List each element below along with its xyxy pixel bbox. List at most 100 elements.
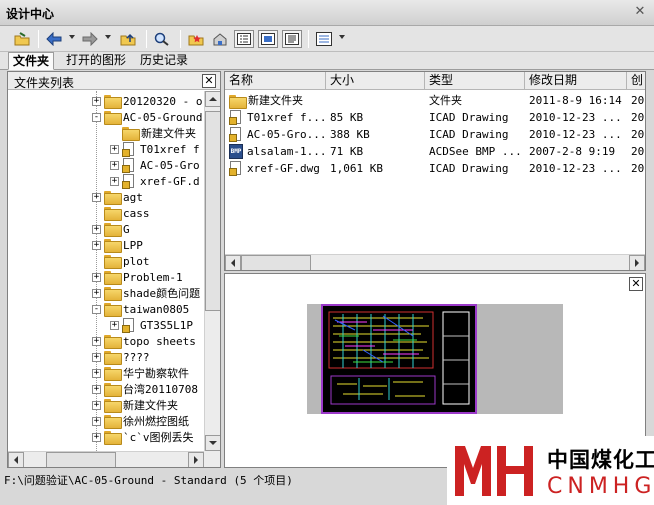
expand-icon[interactable]: + (110, 160, 119, 170)
tab-open-drawings[interactable]: 打开的图形 (62, 52, 130, 70)
collapse-icon[interactable]: - (92, 112, 101, 122)
column-header-type[interactable]: 类型 (425, 72, 525, 90)
tree-item[interactable]: + T01xref f (110, 141, 200, 157)
expand-icon[interactable]: + (110, 320, 119, 330)
expand-icon[interactable]: + (92, 336, 101, 346)
expand-icon[interactable]: + (92, 384, 101, 394)
file-row[interactable]: AC-05-Gro... 388 KB ICAD Drawing 2010-12-23… (225, 126, 645, 143)
status-path: F:\问题验证\AC-05-Ground - Standard (4, 474, 227, 487)
preview-icon[interactable] (258, 30, 278, 48)
column-header-size[interactable]: 大小 (326, 72, 425, 90)
tree-item[interactable]: + agt (92, 189, 143, 205)
file-scroll-left-button[interactable] (225, 255, 241, 270)
folder-list-header: 文件夹列表 ✕ (8, 72, 220, 90)
close-folder-panel-icon[interactable]: ✕ (202, 74, 216, 88)
file-list-hscroll[interactable] (225, 254, 645, 270)
column-header-name[interactable]: 名称 (225, 72, 326, 90)
tree-item[interactable]: + Problem-1 (92, 269, 183, 285)
folder-icon (104, 95, 122, 109)
tree-item[interactable]: - AC-05-Ground (92, 109, 202, 125)
tree-item[interactable]: + 台湾20110708 (92, 381, 198, 397)
expand-icon[interactable]: + (92, 352, 101, 362)
favorites-icon[interactable] (186, 30, 206, 48)
folder-tree-vscroll[interactable] (204, 91, 220, 451)
file-cell-extra: 20 (631, 128, 645, 141)
toolbar (0, 26, 654, 52)
tree-item[interactable]: - taiwan0805 (92, 301, 189, 317)
scroll-down-button[interactable] (205, 435, 220, 451)
file-row[interactable]: 新建文件夹 文件夹 2011-8-9 16:14 20 (225, 92, 645, 109)
file-cell-size (330, 92, 423, 109)
tree-item[interactable]: + shade颜色问题 (92, 285, 200, 301)
tree-view-icon[interactable] (234, 30, 254, 48)
column-header-date[interactable]: 修改日期 (525, 72, 627, 90)
tree-item[interactable]: + 华宁勘察软件 (92, 365, 189, 381)
file-scroll-right-button[interactable] (629, 255, 645, 270)
search-icon[interactable] (152, 30, 172, 48)
expand-icon[interactable]: + (110, 176, 119, 186)
expand-icon[interactable]: + (92, 400, 101, 410)
scroll-left-button[interactable] (8, 452, 24, 467)
tab-history[interactable]: 历史记录 (136, 52, 192, 70)
scroll-up-button[interactable] (205, 91, 220, 107)
back-icon[interactable] (44, 30, 64, 48)
expand-icon[interactable]: + (92, 272, 101, 282)
back-dropdown-icon[interactable] (69, 35, 75, 39)
file-cell-name: T01xref f... (229, 109, 324, 126)
drawing-file-icon (122, 141, 136, 157)
expand-icon[interactable]: + (92, 96, 101, 106)
expand-icon[interactable]: + (92, 416, 101, 426)
close-icon[interactable]: ✕ (632, 4, 648, 20)
tree-item[interactable]: + 新建文件夹 (92, 397, 178, 413)
tree-item[interactable]: +???? (92, 349, 150, 365)
expand-icon[interactable]: + (92, 432, 101, 442)
file-cell-type: 文件夹 (429, 94, 462, 107)
expand-icon[interactable]: + (92, 192, 101, 202)
tree-item[interactable]: + topo sheets (92, 333, 196, 349)
tree-item[interactable]: +20120320 - o (92, 93, 202, 109)
tree-item[interactable]: 新建文件夹 (110, 125, 196, 141)
forward-icon[interactable] (80, 30, 100, 48)
tree-item-label: G (123, 222, 130, 236)
forward-dropdown-icon[interactable] (105, 35, 111, 39)
file-hscroll-thumb[interactable] (241, 255, 311, 270)
file-row[interactable]: BMP alsalam-1... 71 KB ACDSee BMP ... 2007-2… (225, 143, 645, 160)
views-dropdown-icon[interactable] (339, 35, 345, 39)
file-row[interactable]: xref-GF.dwg 1,061 KB ICAD Drawing 2010-12-2… (225, 160, 645, 177)
file-row[interactable]: T01xref f... 85 KB ICAD Drawing 2010-12-23 … (225, 109, 645, 126)
file-name: T01xref f... (247, 111, 324, 124)
expand-icon[interactable]: + (92, 368, 101, 378)
tree-item[interactable]: + G (92, 221, 130, 237)
tree-item[interactable]: + GT3S5L1P (110, 317, 193, 333)
home-icon[interactable] (210, 30, 230, 48)
load-icon[interactable] (12, 30, 32, 48)
description-icon[interactable] (282, 30, 302, 48)
file-cell-size: 1,061 KB (330, 162, 383, 175)
scroll-right-button[interactable] (188, 452, 204, 467)
expand-icon[interactable]: + (92, 240, 101, 250)
hscroll-thumb[interactable] (46, 452, 116, 467)
close-preview-icon[interactable]: ✕ (629, 277, 643, 291)
scroll-thumb[interactable] (205, 111, 220, 311)
tree-item[interactable]: + xref-GF.d (110, 173, 200, 189)
file-cell-size: 71 KB (330, 145, 364, 158)
tree-item[interactable]: cass (92, 205, 150, 221)
collapse-icon[interactable]: - (92, 304, 101, 314)
expand-icon[interactable]: + (110, 144, 119, 154)
tab-folders[interactable]: 文件夹 (8, 52, 55, 70)
column-header-created[interactable]: 创 (627, 72, 645, 90)
up-folder-icon[interactable] (118, 30, 138, 48)
expand-icon[interactable]: + (92, 288, 101, 298)
folder-icon (104, 303, 122, 317)
tree-item[interactable]: + LPP (92, 237, 143, 253)
tree-item-label: T01xref f (140, 142, 200, 156)
tree-item[interactable]: + `c`v图例丢失 (92, 429, 194, 445)
expand-icon[interactable]: + (92, 224, 101, 234)
folder-icon (104, 191, 122, 205)
tree-item[interactable]: + AC-05-Gro (110, 157, 200, 173)
folder-tree-hscroll[interactable] (8, 451, 204, 467)
tree-item[interactable]: plot (92, 253, 150, 269)
tree-item[interactable]: + 徐州燃控图纸 (92, 413, 189, 429)
views-icon[interactable] (314, 30, 334, 48)
folder-icon (104, 223, 122, 237)
